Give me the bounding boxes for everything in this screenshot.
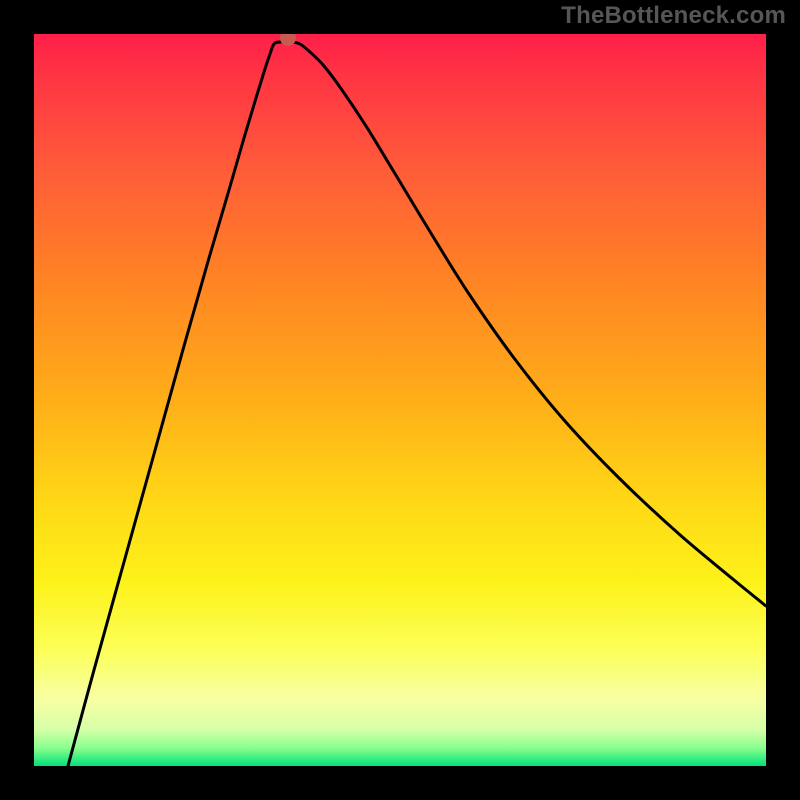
watermark-text: TheBottleneck.com [561, 2, 786, 30]
curve-layer [34, 34, 766, 766]
bottleneck-curve [68, 42, 766, 766]
chart-frame: TheBottleneck.com [0, 0, 800, 800]
plot-area [34, 34, 766, 766]
